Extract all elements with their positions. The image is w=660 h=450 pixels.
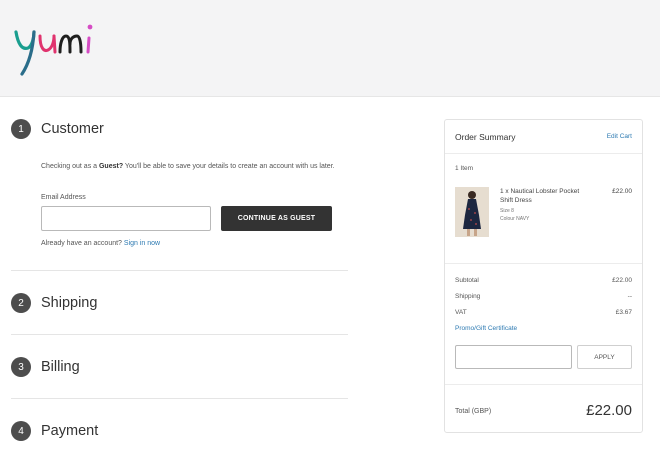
step-shipping[interactable]: 2 Shipping xyxy=(11,293,97,313)
step-title: Payment xyxy=(41,423,99,439)
step-title: Shipping xyxy=(41,295,98,311)
product-colour: Colour NAVY xyxy=(500,216,530,222)
product-price: £22.00 xyxy=(612,188,632,195)
section-divider xyxy=(11,270,348,271)
order-summary-panel: Order Summary Edit Cart 1 Item 1 x Nauti… xyxy=(444,119,643,433)
step-billing[interactable]: 3 Billing xyxy=(11,357,80,377)
promo-code-link[interactable]: Promo/Gift Certificate xyxy=(455,325,517,332)
vat-label: VAT xyxy=(455,309,467,316)
step-customer: 1 Customer xyxy=(11,119,104,139)
sign-in-link[interactable]: Sign in now xyxy=(124,240,160,247)
site-header xyxy=(0,0,660,97)
total-label: Total (GBP) xyxy=(455,408,492,415)
product-thumbnail xyxy=(455,187,489,237)
section-divider xyxy=(11,334,348,335)
email-label: Email Address xyxy=(41,194,86,201)
continue-as-guest-button[interactable]: CONTINUE AS GUEST xyxy=(221,206,332,231)
email-field[interactable] xyxy=(41,206,211,231)
step-payment[interactable]: 4 Payment xyxy=(11,421,98,441)
subtotal-label: Subtotal xyxy=(455,277,479,284)
shipping-value: -- xyxy=(627,293,632,300)
summary-divider xyxy=(445,384,642,385)
total-value: £22.00 xyxy=(586,402,632,419)
yumi-logo[interactable] xyxy=(12,14,102,80)
product-size: Size 8 xyxy=(500,208,514,214)
vat-value: £3.67 xyxy=(615,309,632,316)
order-summary-title: Order Summary xyxy=(455,132,516,142)
section-divider xyxy=(11,398,348,399)
step-title: Customer xyxy=(41,121,104,137)
step-number-badge: 1 xyxy=(11,119,31,139)
step-number-badge: 4 xyxy=(11,421,31,441)
summary-divider xyxy=(445,153,642,154)
step-number-badge: 2 xyxy=(11,293,31,313)
apply-button[interactable]: APPLY xyxy=(577,345,632,369)
subtotal-value: £22.00 xyxy=(612,277,632,284)
guest-checkout-text: Checking out as a Guest? You'll be able … xyxy=(41,163,335,170)
edit-cart-link[interactable]: Edit Cart xyxy=(607,133,632,140)
summary-divider xyxy=(445,263,642,264)
items-count: 1 Item xyxy=(455,165,474,172)
sign-in-prompt: Already have an account? Sign in now xyxy=(41,240,161,247)
promo-code-input[interactable] xyxy=(455,345,572,369)
shipping-label: Shipping xyxy=(455,293,481,300)
product-name: 1 x Nautical Lobster Pocket Shift Dress xyxy=(500,188,580,204)
step-title: Billing xyxy=(41,359,80,375)
step-number-badge: 3 xyxy=(11,357,31,377)
